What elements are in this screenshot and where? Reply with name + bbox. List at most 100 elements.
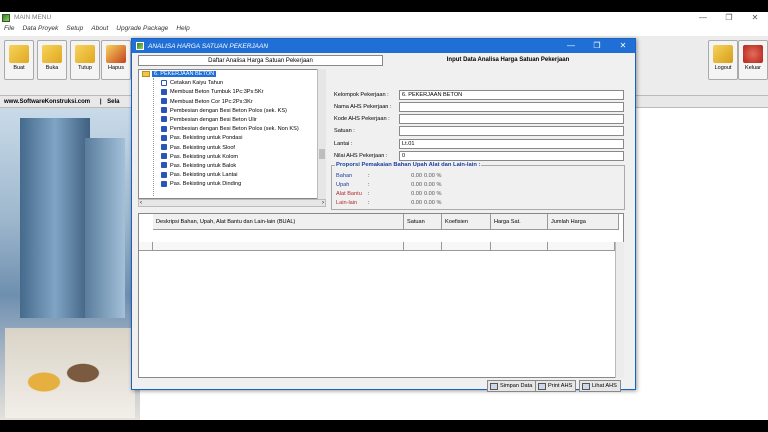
folder-open-icon [42, 45, 62, 63]
cell-koefisien[interactable] [442, 242, 491, 251]
dialog-minimize-button[interactable]: — [558, 39, 584, 53]
table-row[interactable] [139, 242, 615, 251]
simpan-data-button[interactable]: Simpan Data [487, 380, 537, 392]
buat-button[interactable]: Buat [4, 40, 34, 80]
scroll-right-icon[interactable]: › [322, 200, 324, 206]
lihat-ahs-button[interactable]: Lihat AHS [579, 380, 621, 392]
kode-ahs-label: Kode AHS Pekerjaan : [334, 116, 390, 122]
col-harga-sat[interactable]: Harga Sat. [491, 214, 548, 230]
proporsi-lain-percent: 0.00 % [424, 200, 442, 206]
item-icon [161, 98, 167, 105]
dialog-icon [136, 42, 144, 50]
cell-jumlah-harga[interactable] [548, 242, 615, 251]
item-icon [161, 153, 167, 160]
folder-icon [142, 70, 150, 77]
tree-item[interactable]: Cetakan Kaiyu Tahun [139, 79, 325, 88]
menu-about[interactable]: About [87, 24, 112, 34]
dialog-maximize-button[interactable]: ❐ [584, 39, 610, 53]
lantai-field[interactable]: Lt.01 [399, 139, 624, 149]
tree-item[interactable]: Pas. Bekisting untuk Kolom [139, 153, 325, 162]
dialog-close-button[interactable]: ✕ [610, 39, 636, 53]
menu-upgrade-package[interactable]: Upgrade Package [112, 24, 172, 34]
logout-button[interactable]: Logout [708, 40, 738, 80]
item-icon [161, 171, 167, 178]
ahs-tree[interactable]: 6. PEKERJAAN BETON Cetakan Kaiyu Tahun M… [138, 69, 326, 199]
cell-harga-sat[interactable] [491, 242, 548, 251]
col-jumlah-harga[interactable]: Jumlah Harga [548, 214, 619, 230]
folder-delete-icon [106, 45, 126, 63]
dialog-title-bar: ANALISA HARGA SATUAN PEKERJAAN — ❐ ✕ [132, 39, 635, 53]
printer-icon [538, 382, 546, 390]
print-ahs-button[interactable]: Print AHS [535, 380, 577, 392]
tree-item[interactable]: Pas. Bekisting untuk Sloof [139, 144, 325, 153]
hapus-label: Hapus [108, 65, 124, 71]
building-illustration-2 [85, 138, 125, 318]
tree-item[interactable]: Pas. Bekisting untuk Lantai [139, 171, 325, 180]
buka-button[interactable]: Buka [37, 40, 67, 80]
tree-item[interactable]: Pembesian dengan Besi Beton Polos (sek. … [139, 125, 325, 134]
site-url[interactable]: www.SoftwareKonstruksi.com [0, 99, 90, 105]
grid-vertical-scrollbar[interactable] [615, 242, 624, 378]
nama-ahs-label: Nama AHS Pekerjaan : [334, 104, 392, 110]
tutup-button[interactable]: Tutup [70, 40, 100, 80]
minimize-button[interactable]: — [690, 12, 716, 23]
kode-ahs-field[interactable] [399, 114, 624, 124]
menu-data-proyek[interactable]: Data Proyek [18, 24, 62, 34]
tree-root[interactable]: 6. PEKERJAAN BETON [139, 70, 325, 79]
proporsi-upah-percent: 0.00 % [424, 182, 442, 188]
item-icon [161, 162, 167, 169]
menu-file[interactable]: File [0, 24, 18, 34]
proporsi-colon: : [368, 200, 370, 206]
tree-item[interactable]: Membuat Beton Cor 1Pc:2Ps:3Kr [139, 98, 325, 107]
tree-vertical-scrollbar[interactable] [317, 69, 326, 199]
main-window-title: MAIN MENU [14, 14, 52, 21]
item-icon [161, 180, 167, 187]
menu-help[interactable]: Help [172, 24, 193, 34]
tree-item-label: Membuat Beton Cor 1Pc:2Ps:3Kr [170, 98, 253, 105]
menu-setup[interactable]: Setup [62, 24, 87, 34]
tree-item[interactable]: Pas. Bekisting untuk Dinding [139, 180, 325, 189]
logout-label: Logout [714, 65, 732, 71]
scroll-thumb[interactable] [319, 149, 325, 159]
proporsi-colon: : [368, 191, 370, 197]
tree-item[interactable]: Membuat Beton Tumbuk 1Pc:3Ps:5Kr [139, 88, 325, 97]
view-icon [582, 382, 590, 390]
tree-item-label: Pembesian dengan Besi Beton Ulir [170, 116, 257, 123]
nilai-ahs-field[interactable]: 0 [399, 151, 624, 161]
dialog-title: ANALISA HARGA SATUAN PEKERJAAN [148, 42, 269, 50]
tree-item[interactable]: Pembesian dengan Besi Beton Polos (sek. … [139, 107, 325, 116]
tree-item-label: Cetakan Kaiyu Tahun [170, 80, 224, 87]
tree-item-label: Pas. Bekisting untuk Dinding [170, 181, 242, 188]
keluar-label: Keluar [745, 65, 761, 71]
proporsi-lain-label: Lain-lain [336, 200, 358, 206]
ribbon-next: Sela [107, 99, 120, 105]
tree-item-label: Pas. Bekisting untuk Lantai [170, 172, 238, 179]
nama-ahs-field[interactable] [399, 102, 624, 112]
scroll-left-icon[interactable]: ‹ [140, 200, 142, 206]
close-button[interactable]: ✕ [742, 12, 768, 23]
lihat-ahs-label: Lihat AHS [592, 383, 617, 389]
satuan-field[interactable] [399, 126, 624, 136]
cell-satuan[interactable] [404, 242, 442, 251]
tree-item[interactable]: Pembesian dengan Besi Beton Ulir [139, 116, 325, 125]
keluar-button[interactable]: Keluar [738, 40, 768, 80]
hapus-button[interactable]: Hapus [101, 40, 131, 80]
power-icon [743, 45, 763, 63]
col-koefisien[interactable]: Koefisien [442, 214, 491, 230]
col-satuan[interactable]: Satuan [404, 214, 442, 230]
item-icon [161, 88, 167, 95]
key-icon [713, 45, 733, 63]
cell-deskripsi[interactable] [153, 242, 404, 251]
satuan-label: Satuan : [334, 128, 355, 134]
tree-item[interactable]: Pas. Bekisting untuk Balok [139, 162, 325, 171]
menu-bar: File Data Proyek Setup About Upgrade Pac… [0, 24, 768, 34]
bual-grid[interactable]: Deskripsi Bahan, Upah, Alat Bantu dan La… [138, 213, 624, 378]
tree-item[interactable]: Pas. Bekisting untuk Pondasi [139, 134, 325, 143]
proporsi-colon: : [368, 182, 370, 188]
row-selector[interactable] [139, 242, 153, 251]
col-deskripsi[interactable]: Deskripsi Bahan, Upah, Alat Bantu dan La… [153, 214, 404, 230]
proporsi-alat-value: 0.00 [411, 191, 422, 197]
kelompok-field[interactable]: 6. PEKERJAAN BETON [399, 90, 624, 100]
maximize-button[interactable]: ❐ [716, 12, 742, 23]
tree-horizontal-scrollbar[interactable]: ‹ › [138, 199, 326, 207]
